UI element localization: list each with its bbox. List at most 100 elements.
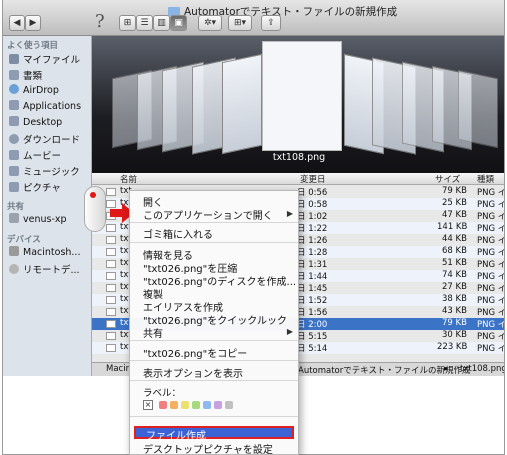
menu-item-label: ファイル作成 [146,431,206,442]
file-icon [106,272,116,280]
path-item-file[interactable]: txt108.png [460,364,504,374]
menu-item-copy[interactable]: "txt026.png"をコピー [143,345,247,360]
menu-separator [130,242,298,243]
file-icon [106,308,116,316]
menu-item-move-to-trash[interactable]: ゴミ箱に入れる [143,226,213,241]
sidebar-item-macintosh-hd[interactable]: Macintosh... [9,246,92,260]
movies-icon [9,150,19,160]
label-orange-button[interactable] [170,401,178,409]
row-size: 74 KB [442,270,467,280]
sidebar-item-pictures[interactable]: ピクチャ [9,180,92,194]
sidebar-item-remote-disc[interactable]: リモートデ... [9,262,92,276]
row-size: 47 KB [442,210,467,220]
file-icon [106,236,116,244]
sidebar-heading-favorites: よく使う項目 [7,41,59,51]
sidebar-item-movies[interactable]: ムービー [9,148,92,162]
menu-item-quick-look[interactable]: "txt026.png"をクイックルック [143,312,287,327]
icon-view-button[interactable]: ⊞ [119,15,136,31]
label-blue-button[interactable] [203,401,211,409]
file-icon [106,320,116,328]
row-modified: 日 2:00 [297,320,328,330]
row-modified: 日 5:14 [297,344,328,354]
sidebar-item-applications[interactable]: Applications [9,100,92,114]
coverflow-view-button[interactable]: ▣ [170,15,187,31]
label-none-button[interactable]: × [143,400,153,410]
share-button[interactable]: ⇪ [261,15,281,31]
row-kind: PNG イ [477,332,505,342]
sidebar-item-desktop[interactable]: Desktop [9,116,92,130]
submenu-arrow-icon: ▶ [286,327,293,336]
row-kind: PNG イ [477,224,505,234]
network-computer-icon [9,213,19,223]
toolbar: Automatorでテキスト・ファイルの新規作成 ◀ ▶ ? ⊞ ☰ ▥ ▣ ✲… [3,0,504,36]
sidebar-item-label: AirDrop [23,85,59,96]
menu-separator [130,222,298,223]
sidebar-item-documents[interactable]: 書類 [9,68,92,82]
sidebar-heading-shared: 共有 [7,202,25,212]
sidebar-item-my-files[interactable]: マイファイル [9,52,92,66]
sidebar-item-label: ムービー [23,151,62,162]
menu-item-burn-to-disc[interactable]: "txt026.png"のディスクを作成... [143,273,296,288]
forward-button[interactable]: ▶ [25,15,41,31]
column-header-size[interactable]: サイズ [435,173,460,185]
airdrop-icon [9,84,19,94]
back-button[interactable]: ◀ [9,15,25,31]
label-green-button[interactable] [192,401,200,409]
pictures-icon [9,182,19,192]
menu-item-set-desktop-picture[interactable]: デスクトップピクチャを設定 [143,441,273,455]
file-icon [106,284,116,292]
column-header-kind[interactable]: 種類 [477,173,494,185]
remote-disc-icon [9,264,19,274]
row-size: 30 KB [442,330,467,340]
menu-item-show-view-options[interactable]: 表示オプションを表示 [143,365,243,380]
sidebar-item-label: 書類 [23,71,43,82]
sidebar-item-downloads[interactable]: ダウンロード [9,132,92,146]
column-view-button[interactable]: ▥ [153,15,170,31]
menu-separator [130,416,298,417]
action-menu-button[interactable]: ✲▾ [198,15,222,31]
column-header-name[interactable]: 名前 [120,173,137,185]
coverflow-current-preview[interactable] [262,41,342,151]
cover-flow[interactable]: txt108.png [92,36,504,173]
row-kind: PNG イ [477,284,505,294]
sidebar-item-venus-xp[interactable]: venus-xp [9,213,92,227]
row-kind: PNG イ [477,344,505,354]
menu-item-open-with[interactable]: このアプリケーションで開く [143,207,273,222]
row-size: 43 KB [442,306,467,316]
help-icon[interactable]: ? [95,11,105,32]
arrange-menu-button[interactable]: ⊞▾ [228,15,252,31]
label-red-button[interactable] [159,401,167,409]
file-icon [106,224,116,232]
label-yellow-button[interactable] [181,401,189,409]
sidebar-item-label: ミュージック [23,167,80,178]
row-size: 223 KB [437,342,468,352]
coverflow-filename: txt108.png [272,152,326,163]
row-kind: PNG イ [477,260,505,270]
row-kind: PNG イ [477,236,505,246]
sidebar-item-music[interactable]: ミュージック [9,164,92,178]
downloads-icon [9,134,19,144]
documents-icon [9,70,19,80]
row-size: 27 KB [442,282,467,292]
menu-item-share[interactable]: 共有 [143,325,163,340]
sidebar-item-airdrop[interactable]: AirDrop [9,84,92,98]
row-kind: PNG イ [477,308,505,318]
sidebar-item-label: ピクチャ [23,183,61,194]
sidebar: よく使う項目 マイファイル 書類 AirDrop Applications De… [3,36,92,376]
list-view-button[interactable]: ☰ [136,15,153,31]
label-purple-button[interactable] [214,401,222,409]
menu-separator [130,380,298,381]
mouse-icon [84,186,106,232]
row-kind: PNG イ [477,320,505,330]
menu-separator [130,360,298,361]
row-size: 79 KB [442,186,467,196]
row-modified: 日 1:28 [297,248,328,258]
column-header-modified[interactable]: 変更日 [300,173,326,185]
sidebar-item-label: Desktop [23,117,63,128]
path-item-volume[interactable]: Macin [106,364,131,374]
row-kind: PNG イ [477,200,505,210]
list-header: 名前 変更日 サイズ 種類 [92,173,504,185]
row-modified: 日 1:31 [297,260,328,270]
menu-item-create-file[interactable]: ファイル作成 [134,426,294,442]
label-gray-button[interactable] [225,401,233,409]
